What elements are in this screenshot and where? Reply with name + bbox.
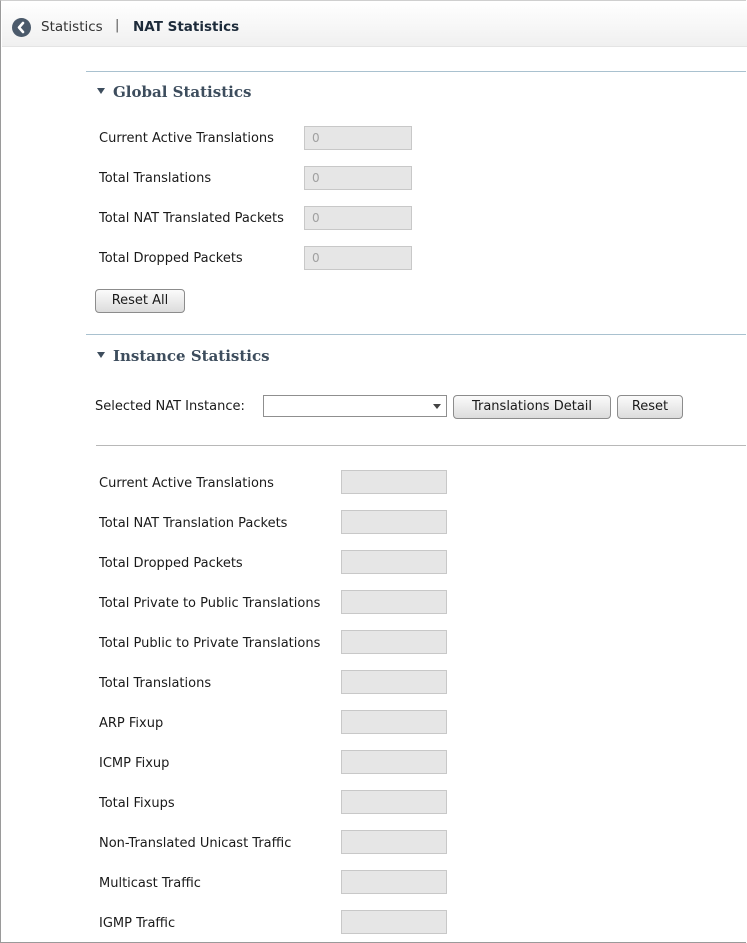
instance-icmp-fixup-label: ICMP Fixup [99, 756, 170, 771]
instance-private-to-public-label: Total Private to Public Translations [99, 596, 321, 611]
global-total-translations-field: 0 [304, 166, 412, 190]
nat-instance-select[interactable] [263, 395, 447, 417]
instance-arp-fixup-field [341, 710, 447, 734]
reset-button[interactable]: Reset [617, 395, 683, 419]
global-total-nat-translated-packets-field: 0 [304, 206, 412, 230]
global-statistics-header[interactable]: Global Statistics [97, 83, 251, 101]
instance-private-to-public-field [341, 590, 447, 614]
instance-public-to-private-field [341, 630, 447, 654]
global-total-translations-label: Total Translations [99, 171, 212, 186]
instance-current-active-translations-label: Current Active Translations [99, 476, 274, 491]
reset-all-button[interactable]: Reset All [95, 289, 185, 313]
global-total-dropped-packets-label: Total Dropped Packets [99, 251, 243, 266]
dropdown-arrow-icon [433, 404, 441, 409]
instance-total-fixups-field [341, 790, 447, 814]
global-total-dropped-packets-field: 0 [304, 246, 412, 270]
instance-total-translations-field [341, 670, 447, 694]
instance-public-to-private-label: Total Public to Private Translations [99, 636, 321, 651]
global-statistics-title: Global Statistics [113, 83, 252, 101]
global-current-active-translations-label: Current Active Translations [99, 131, 274, 146]
instance-non-translated-unicast-label: Non-Translated Unicast Traffic [99, 836, 292, 851]
selected-nat-instance-label: Selected NAT Instance: [95, 399, 245, 414]
instance-statistics-header[interactable]: Instance Statistics [97, 347, 270, 365]
nat-statistics-panel: Statistics | NAT Statistics Global Stati… [0, 0, 747, 943]
instance-igmp-traffic-field [341, 910, 447, 934]
breadcrumb-separator: | [115, 18, 120, 33]
instance-total-dropped-packets-field [341, 550, 447, 574]
instance-multicast-traffic-label: Multicast Traffic [99, 876, 201, 891]
instance-igmp-traffic-label: IGMP Traffic [99, 916, 176, 931]
instance-section-divider [86, 334, 746, 335]
global-section-divider [86, 71, 746, 72]
breadcrumb-statistics-link[interactable]: Statistics [41, 19, 103, 35]
instance-total-fixups-label: Total Fixups [99, 796, 175, 811]
instance-total-translations-label: Total Translations [99, 676, 212, 691]
instance-statistics-title: Instance Statistics [113, 347, 270, 365]
collapse-triangle-icon [97, 352, 105, 358]
instance-multicast-traffic-field [341, 870, 447, 894]
translations-detail-button[interactable]: Translations Detail [453, 395, 611, 419]
instance-total-dropped-packets-label: Total Dropped Packets [99, 556, 243, 571]
back-icon[interactable] [12, 18, 31, 37]
page-header: Statistics | NAT Statistics [2, 2, 747, 47]
instance-total-nat-translation-packets-label: Total NAT Translation Packets [99, 516, 288, 531]
collapse-triangle-icon [97, 88, 105, 94]
instance-non-translated-unicast-field [341, 830, 447, 854]
instance-current-active-translations-field [341, 470, 447, 494]
instance-icmp-fixup-field [341, 750, 447, 774]
global-current-active-translations-field: 0 [304, 126, 412, 150]
instance-arp-fixup-label: ARP Fixup [99, 716, 164, 731]
instance-results-divider [96, 445, 746, 446]
page-title: NAT Statistics [133, 19, 240, 35]
global-total-nat-translated-packets-label: Total NAT Translated Packets [99, 211, 284, 226]
instance-total-nat-translation-packets-field [341, 510, 447, 534]
